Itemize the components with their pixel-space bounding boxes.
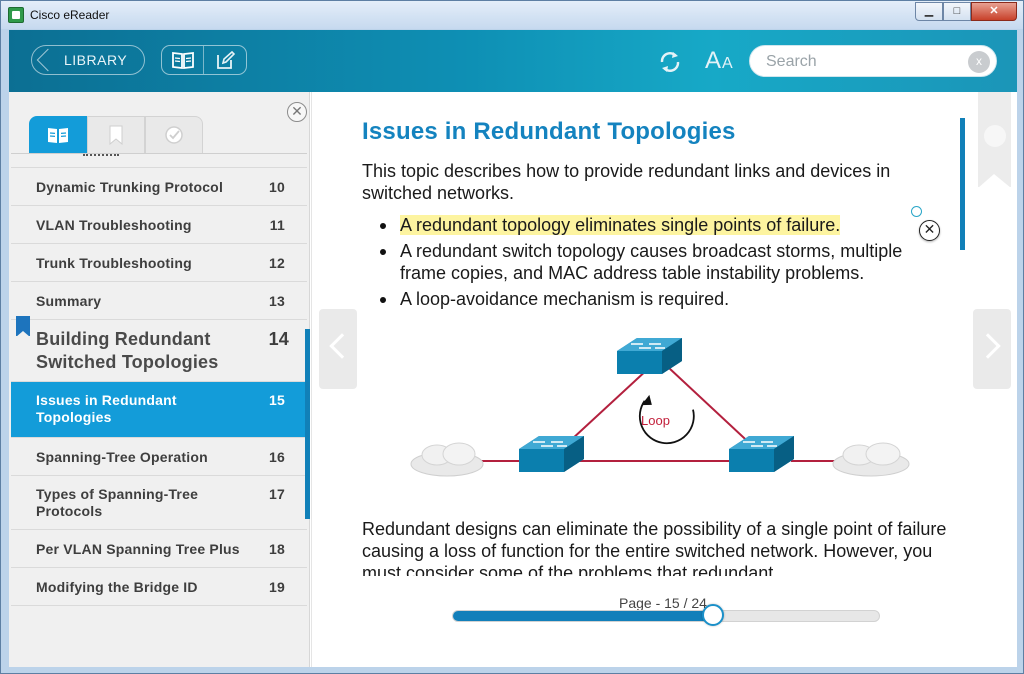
- remove-highlight-button[interactable]: ✕: [919, 220, 940, 241]
- toc-item-page: 19: [269, 579, 285, 595]
- toc-sidebar: ✕ Dynamic Trunking Protocol 10 VLAN Trou…: [9, 92, 310, 667]
- toc-item-label: Trunk Troubleshooting: [36, 255, 192, 271]
- sidebar-tabs: [29, 116, 204, 153]
- window-title: Cisco eReader: [30, 8, 110, 22]
- toc-cut-off-item: [11, 154, 307, 168]
- toc-item-label: Summary: [36, 293, 102, 309]
- font-size-icon-small: A: [722, 55, 734, 72]
- bullet-item: A redundant topology eliminates single p…: [380, 214, 952, 236]
- toc-item-current[interactable]: Issues in Redundant Topologies 15: [11, 382, 307, 438]
- toc-item-label: VLAN Troubleshooting: [36, 217, 192, 233]
- toc-item-page: 15: [269, 392, 285, 408]
- window-controls: ▁ □ ✕: [915, 2, 1017, 22]
- toc-item-page: 17: [269, 486, 285, 502]
- search-input[interactable]: [766, 52, 966, 72]
- toc-item[interactable]: Summary 13: [11, 282, 307, 320]
- toc-section-heading[interactable]: Building Redundant Switched Topologies 1…: [11, 316, 307, 382]
- tab-contents[interactable]: [29, 116, 87, 153]
- page-scrollbar[interactable]: [960, 118, 965, 250]
- title-bar: Cisco eReader ▁ □ ✕: [1, 1, 1023, 29]
- reader-content: LIBRARY AA Search x ✕ Dynamic Trunking P…: [9, 30, 1017, 667]
- book-icon: [48, 128, 68, 143]
- toc-item[interactable]: Dynamic Trunking Protocol 10: [11, 168, 307, 206]
- sync-icon[interactable]: [657, 49, 683, 75]
- view-mode-toggle: [161, 45, 247, 75]
- toc-item[interactable]: Per VLAN Spanning Tree Plus 18: [11, 530, 307, 568]
- cloud-left-icon: [410, 442, 484, 477]
- font-size-button[interactable]: AA: [705, 47, 734, 75]
- loop-topology-diagram: Loop: [410, 338, 910, 477]
- notes-view-button[interactable]: [204, 46, 246, 74]
- toc-item[interactable]: Modifying the Bridge ID 19: [11, 568, 307, 606]
- toc-section-label: Building Redundant Switched Topologies: [36, 329, 219, 372]
- page-slider-fill: [453, 611, 713, 621]
- bookmark-icon: [109, 125, 123, 145]
- open-book-icon: [171, 51, 194, 70]
- toc-item-label: Types of Spanning-Tree Protocols: [36, 486, 199, 519]
- toc-item-page: 13: [269, 293, 285, 309]
- page-slider[interactable]: [452, 604, 880, 626]
- minimize-button[interactable]: ▁: [915, 2, 943, 21]
- bookmark-icon: [16, 316, 30, 337]
- toc-item-label: Per VLAN Spanning Tree Plus: [36, 541, 240, 557]
- edit-note-icon: [217, 50, 235, 69]
- toc-item-label: Spanning-Tree Operation: [36, 449, 208, 465]
- reader-header: LIBRARY AA Search x: [9, 30, 1017, 92]
- maximize-button[interactable]: □: [943, 2, 971, 21]
- font-size-icon-large: A: [705, 47, 723, 74]
- close-window-button[interactable]: ✕: [971, 2, 1017, 21]
- toc-item[interactable]: Spanning-Tree Operation 16: [11, 438, 307, 476]
- search-clear-button[interactable]: x: [968, 51, 990, 73]
- app-icon: [8, 7, 24, 23]
- search-box: x: [749, 45, 997, 77]
- back-arrow-icon: [36, 48, 60, 72]
- library-button[interactable]: LIBRARY: [31, 45, 145, 75]
- toc-item[interactable]: Types of Spanning-Tree Protocols 17: [11, 476, 307, 530]
- page-slider-thumb[interactable]: [701, 604, 724, 626]
- note-marker-icon[interactable]: [911, 206, 922, 217]
- bullet-list: A redundant topology eliminates single p…: [362, 214, 952, 310]
- ribbon-notch: [984, 125, 1006, 147]
- reading-pane: Issues in Redundant Topologies This topi…: [311, 92, 1017, 667]
- intro-paragraph: This topic describes how to provide redu…: [362, 161, 891, 203]
- book-view-button[interactable]: [162, 46, 205, 74]
- note-check-icon: [165, 126, 183, 144]
- toc-item[interactable]: VLAN Troubleshooting 11: [11, 206, 307, 244]
- bullet-item: A loop-avoidance mechanism is required.: [380, 288, 952, 310]
- app-window: Cisco eReader ▁ □ ✕ LIBRARY AA Search x …: [0, 0, 1024, 674]
- switch-right: [729, 436, 794, 472]
- toc-item-label: Issues in Redundant Topologies: [36, 392, 177, 425]
- article: Issues in Redundant Topologies This topi…: [362, 118, 952, 576]
- sidebar-scrollbar[interactable]: [305, 329, 310, 519]
- tab-notes[interactable]: [145, 116, 203, 153]
- chevron-left-icon: [329, 333, 355, 359]
- toc-item-page: 18: [269, 541, 285, 557]
- toc-item-label: Modifying the Bridge ID: [36, 579, 198, 595]
- toc-list: Dynamic Trunking Protocol 10 VLAN Troubl…: [11, 153, 307, 667]
- chevron-right-icon: [975, 333, 1001, 359]
- highlighted-text[interactable]: A redundant topology eliminates single p…: [400, 215, 841, 235]
- loop-label: Loop: [641, 413, 670, 428]
- library-label: LIBRARY: [64, 52, 128, 68]
- body-paragraph: Redundant designs can eliminate the poss…: [362, 519, 947, 576]
- switch-top: [617, 338, 682, 374]
- previous-page-button[interactable]: [319, 309, 357, 389]
- next-page-button[interactable]: [973, 309, 1011, 389]
- switch-left: [519, 436, 584, 472]
- toc-item-page: 11: [269, 217, 285, 233]
- tab-bookmarks[interactable]: [87, 116, 145, 153]
- page-title: Issues in Redundant Topologies: [362, 118, 736, 145]
- toc-item[interactable]: Trunk Troubleshooting 12: [11, 244, 307, 282]
- page-indicator: Page - 15 / 24: [619, 595, 707, 611]
- close-sidebar-button[interactable]: ✕: [287, 102, 307, 122]
- toc-section-page: 14: [268, 329, 289, 349]
- toc-item-page: 16: [269, 449, 285, 465]
- toc-item-label: Dynamic Trunking Protocol: [36, 179, 224, 195]
- bullet-item: A redundant switch topology causes broad…: [380, 240, 952, 284]
- toc-item-page: 12: [269, 255, 285, 271]
- cloud-right-icon: [832, 442, 910, 477]
- toc-item-page: 10: [269, 179, 285, 195]
